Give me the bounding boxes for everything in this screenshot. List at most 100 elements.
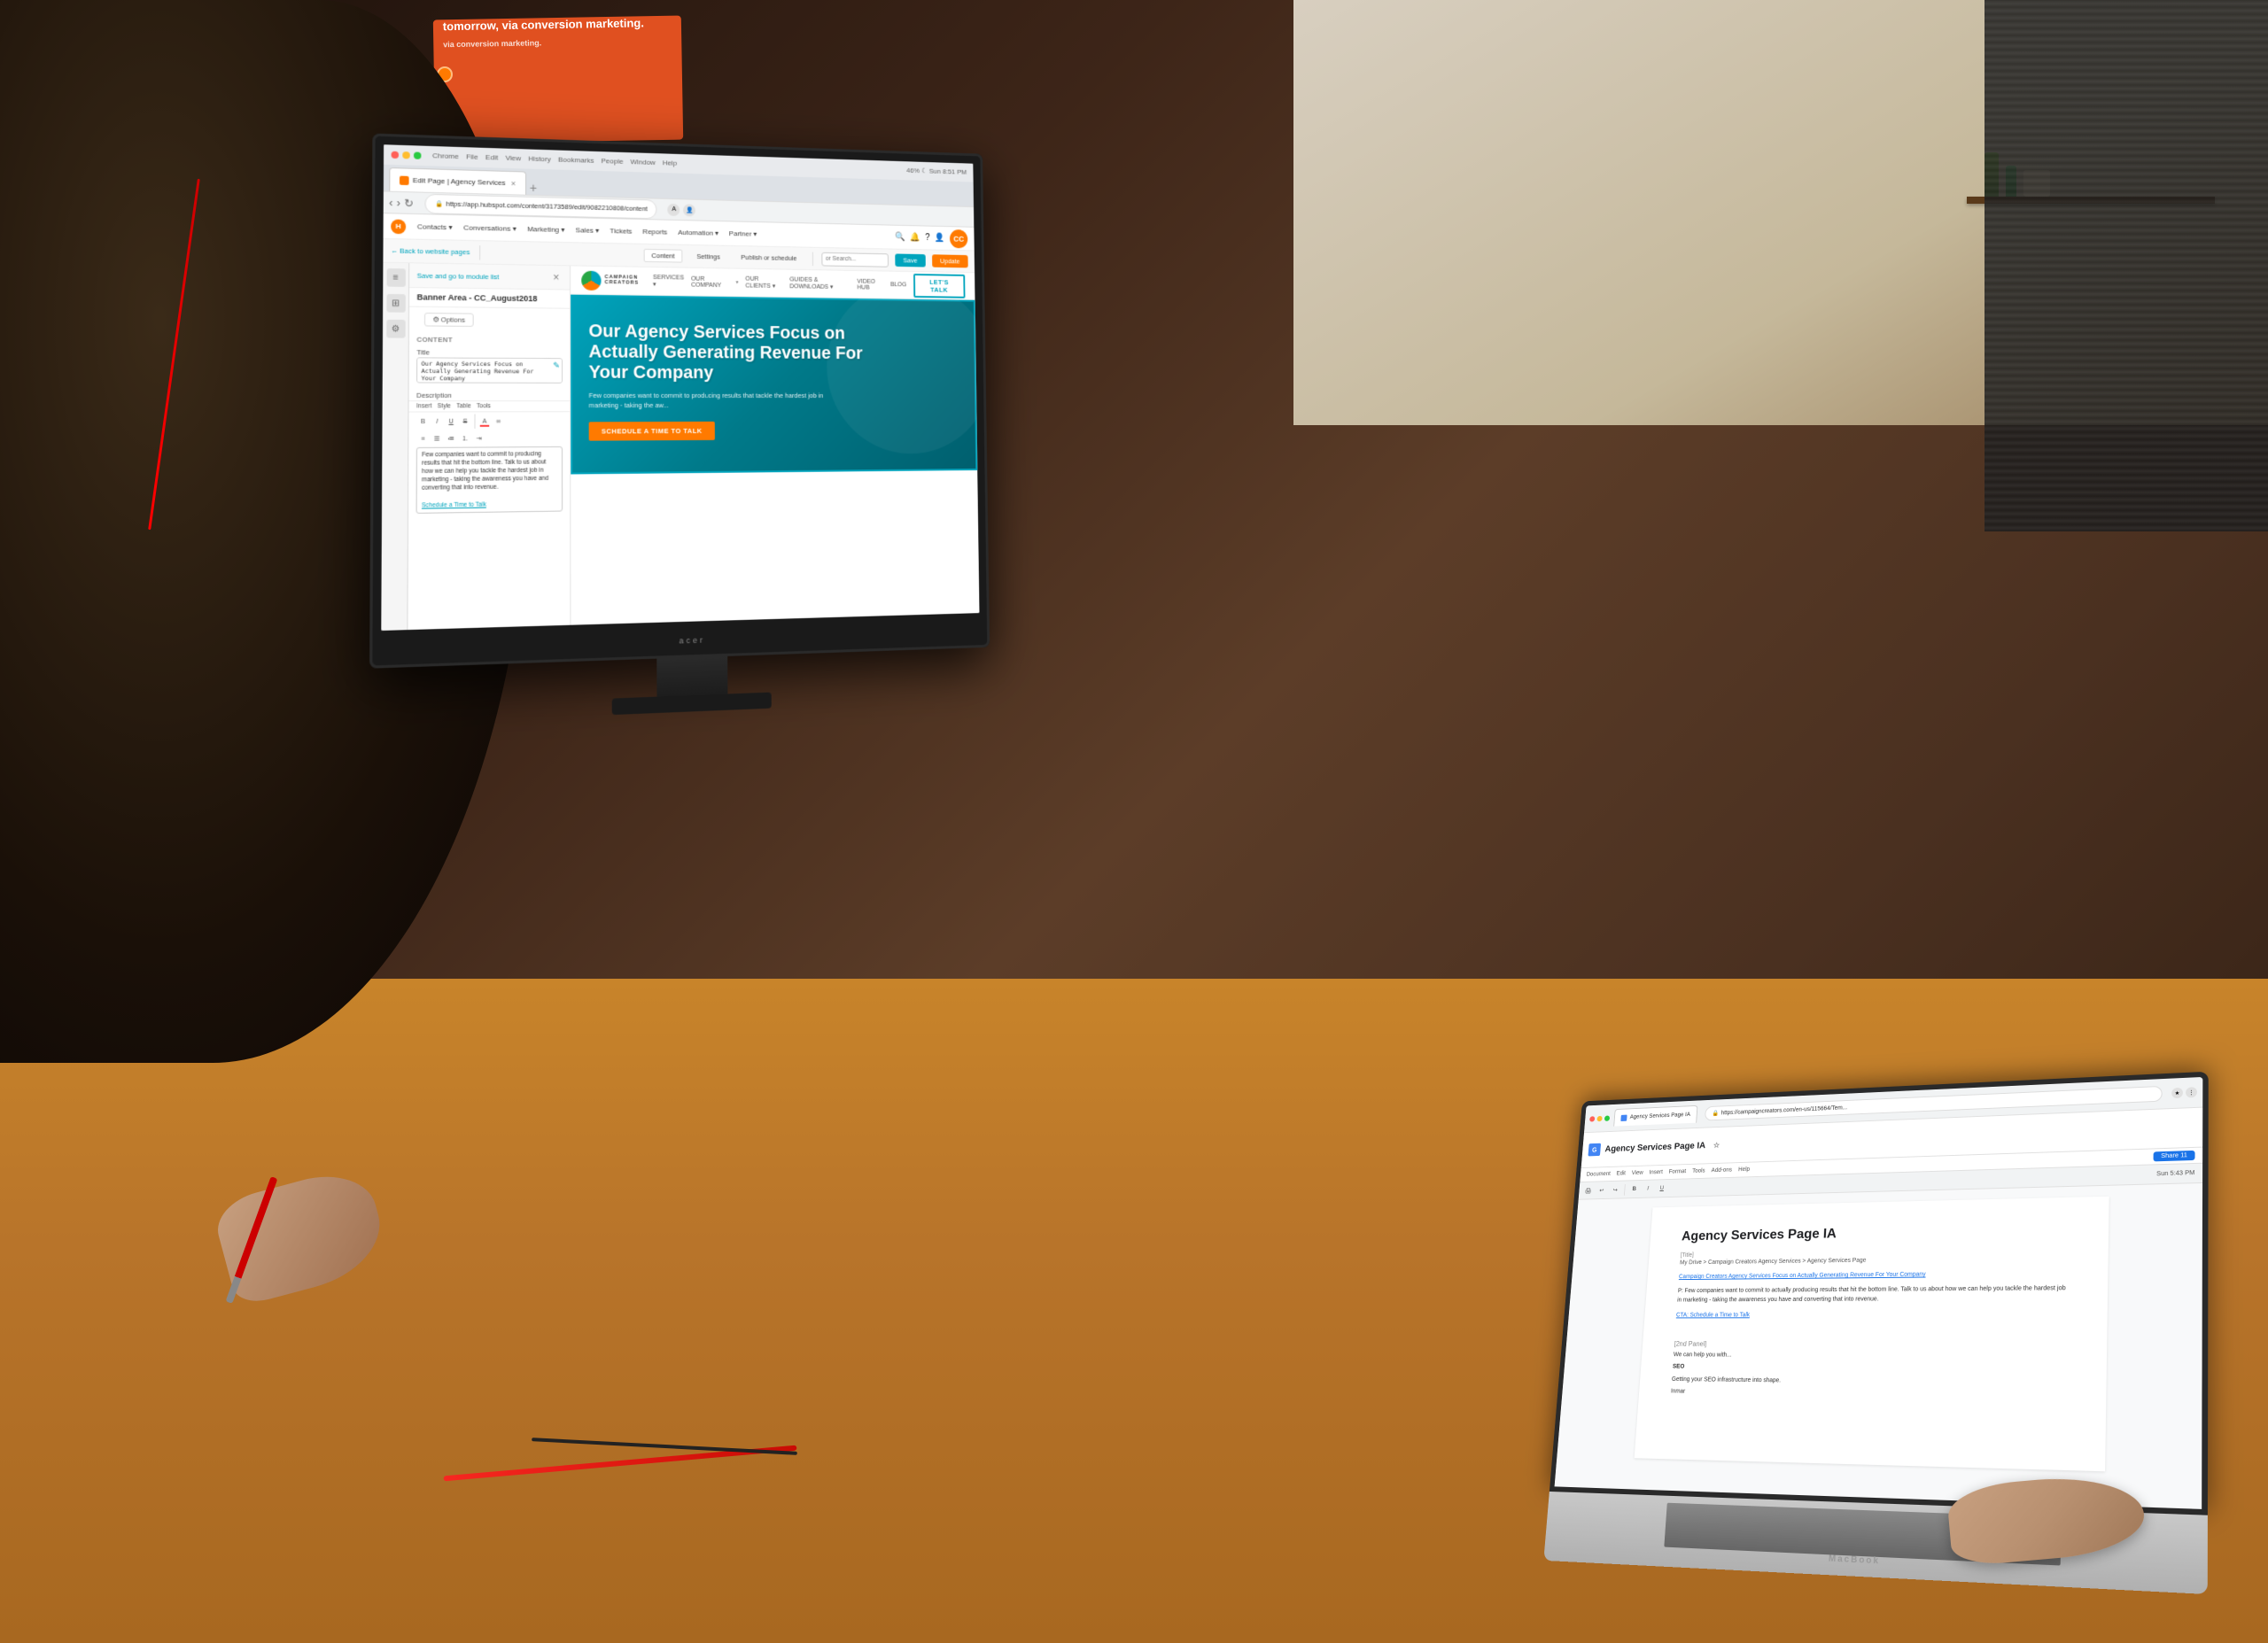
account-avatar[interactable]: CC [950, 229, 967, 248]
gdocs-cta-link[interactable]: CTA: Schedule a Time to Talk [1676, 1312, 1750, 1318]
back-to-pages-link[interactable]: ← Back to website pages [391, 246, 470, 256]
maximize-window-btn[interactable] [414, 151, 421, 159]
rte-table[interactable]: Table [456, 403, 470, 409]
nav-conversations[interactable]: Conversations ▾ [463, 223, 517, 232]
panel-close-btn[interactable]: × [550, 271, 563, 283]
gdocs-print-btn[interactable]: 🖨 [1581, 1184, 1595, 1197]
laptop-browser-tab[interactable]: Agency Services Page IA [1613, 1105, 1697, 1127]
nav-automation[interactable]: Automation ▾ [678, 229, 718, 237]
rte-list-ul[interactable]: ≔ [445, 432, 458, 446]
search-btn[interactable]: 🔍 [895, 232, 905, 242]
rte-fontcolor-btn[interactable]: A [478, 415, 492, 427]
rte-list-ol[interactable]: ⒈ [459, 432, 472, 446]
gdocs-menu-insert[interactable]: Insert [1649, 1169, 1663, 1175]
options-tab[interactable]: ⚙ Options [424, 313, 473, 327]
gdocs-menu-view[interactable]: View [1631, 1170, 1643, 1176]
cc-nav-guides[interactable]: GUIDES & DOWNLOADS ▾ [789, 276, 850, 291]
tab-close-btn[interactable]: × [511, 179, 516, 188]
gdocs-star-icon[interactable]: ☆ [1713, 1141, 1720, 1150]
save-go-to-module-list-link[interactable]: Save and go to module list [417, 271, 500, 281]
gdocs-underline-btn[interactable]: U [1655, 1182, 1668, 1195]
gdocs-menu-edit[interactable]: Edit [1616, 1171, 1626, 1177]
rte-insert[interactable]: Insert [416, 403, 431, 409]
gdocs-document-area[interactable]: Agency Services Page IA [Title] My Drive… [1555, 1183, 2202, 1509]
update-button[interactable]: Update [932, 254, 968, 267]
save-button[interactable]: Save [895, 253, 926, 267]
laptop-share-btn[interactable]: ⋮ [2186, 1087, 2197, 1097]
menu-people[interactable]: People [602, 157, 624, 166]
rte-link-btn[interactable]: ∞ [492, 415, 505, 427]
notifications-btn[interactable]: 🔔 [910, 233, 920, 243]
laptop-ext-btn[interactable]: ★ [2171, 1088, 2183, 1098]
sidebar-icon-2[interactable]: ⊞ [386, 294, 405, 313]
rte-indent[interactable]: ⇥ [472, 432, 485, 445]
rte-style[interactable]: Style [438, 403, 451, 409]
gdocs-share-btn[interactable]: Share 11 [2154, 1151, 2195, 1162]
reload-btn[interactable]: ↻ [404, 197, 414, 210]
close-window-btn[interactable] [392, 151, 400, 158]
website-preview-pane[interactable]: CAMPAIGN CREATORS SERVICES ▾ OUR COMPANY… [571, 266, 979, 631]
title-input[interactable]: Our Agency Services Focus on Actually Ge… [416, 357, 563, 383]
nav-partner[interactable]: Partner ▾ [729, 229, 757, 238]
gdocs-menu-document[interactable]: Document [1586, 1171, 1611, 1177]
rte-tools[interactable]: Tools [477, 403, 491, 409]
tab-publish[interactable]: Publish or schedule [734, 252, 804, 264]
menu-window[interactable]: Window [631, 158, 656, 167]
nav-sales[interactable]: Sales ▾ [576, 226, 600, 235]
gdocs-menu-tools[interactable]: Tools [1692, 1168, 1705, 1174]
nav-tickets[interactable]: Tickets [610, 227, 632, 236]
laptop-minimize-btn[interactable] [1596, 1115, 1602, 1120]
forward-btn[interactable]: › [397, 197, 400, 209]
menu-edit[interactable]: Edit [485, 153, 498, 162]
menu-help[interactable]: Help [663, 159, 677, 167]
sidebar-icon-1[interactable]: ≡ [386, 268, 405, 287]
minimize-window-btn[interactable] [402, 151, 409, 159]
nav-marketing[interactable]: Marketing ▾ [527, 225, 564, 234]
tab-settings[interactable]: Settings [689, 251, 726, 263]
menu-history[interactable]: History [528, 155, 550, 164]
new-tab-btn[interactable]: + [530, 181, 537, 195]
rte-italic-btn[interactable]: I [431, 415, 444, 429]
cc-nav-services[interactable]: SERVICES ▾ [653, 275, 684, 288]
cc-lets-talk-btn[interactable]: LET'S TALK [913, 273, 966, 298]
cc-schedule-btn[interactable]: SCHEDULE A TIME TO TALK [589, 421, 715, 440]
laptop-maximize-btn[interactable] [1604, 1115, 1610, 1120]
browser-tab-active[interactable]: Edit Page | Agency Services × [389, 167, 525, 195]
search-input[interactable] [821, 252, 889, 267]
laptop-close-btn[interactable] [1589, 1116, 1595, 1121]
menu-file[interactable]: File [466, 153, 478, 162]
gdocs-menu-help[interactable]: Help [1738, 1166, 1750, 1173]
cc-nav-blog[interactable]: BLOG [890, 282, 906, 288]
gdocs-italic-btn[interactable]: I [1642, 1182, 1655, 1196]
tab-content[interactable]: Content [643, 249, 682, 263]
gdocs-undo-btn[interactable]: ↩ [1595, 1183, 1608, 1197]
rte-strikethrough-btn[interactable]: S [459, 415, 472, 428]
nav-contacts[interactable]: Contacts ▾ [417, 222, 453, 231]
hubspot-logo[interactable]: H [391, 219, 406, 234]
cc-nav-our-company[interactable]: OUR COMPANY [691, 275, 729, 289]
rte-align-center[interactable]: ☰ [431, 432, 444, 446]
rte-content-area[interactable]: Few companies want to commit to producin… [416, 446, 563, 514]
gdocs-menu-addons[interactable]: Add-ons [1711, 1167, 1732, 1174]
rte-bold-btn[interactable]: B [416, 415, 430, 429]
profile-btn[interactable]: 👤 [935, 233, 945, 243]
menu-bookmarks[interactable]: Bookmarks [558, 156, 594, 165]
laptop-url: https://campaigncreators.com/en-us/11566… [1721, 1104, 1848, 1116]
back-btn[interactable]: ‹ [389, 196, 392, 208]
cc-nav-clients[interactable]: OUR CLIENTS ▾ [745, 276, 782, 290]
nav-reports[interactable]: Reports [642, 228, 667, 236]
gdocs-redo-btn[interactable]: ↪ [1609, 1183, 1622, 1197]
gdocs-menu-format[interactable]: Format [1668, 1169, 1686, 1175]
sidebar-icon-3[interactable]: ⚙ [386, 320, 405, 338]
gdocs-campaign-link[interactable]: Campaign Creators Agency Services Focus … [1679, 1272, 1926, 1280]
menu-view[interactable]: View [505, 154, 521, 163]
browser-extension-btn[interactable]: A [668, 203, 680, 215]
cc-hero-banner[interactable]: Our Agency Services Focus on Actually Ge… [571, 295, 977, 475]
rte-align-left[interactable]: ≡ [416, 432, 430, 446]
help-btn[interactable]: ? [925, 233, 929, 243]
gdocs-bold-btn[interactable]: B [1627, 1182, 1641, 1196]
cc-nav-video[interactable]: VIDEO HUB [857, 278, 883, 291]
browser-profile-btn[interactable]: 👤 [684, 204, 696, 216]
rte-underline-btn[interactable]: U [445, 415, 458, 428]
rte-link-cta[interactable]: Schedule a Time to Talk [422, 501, 486, 508]
